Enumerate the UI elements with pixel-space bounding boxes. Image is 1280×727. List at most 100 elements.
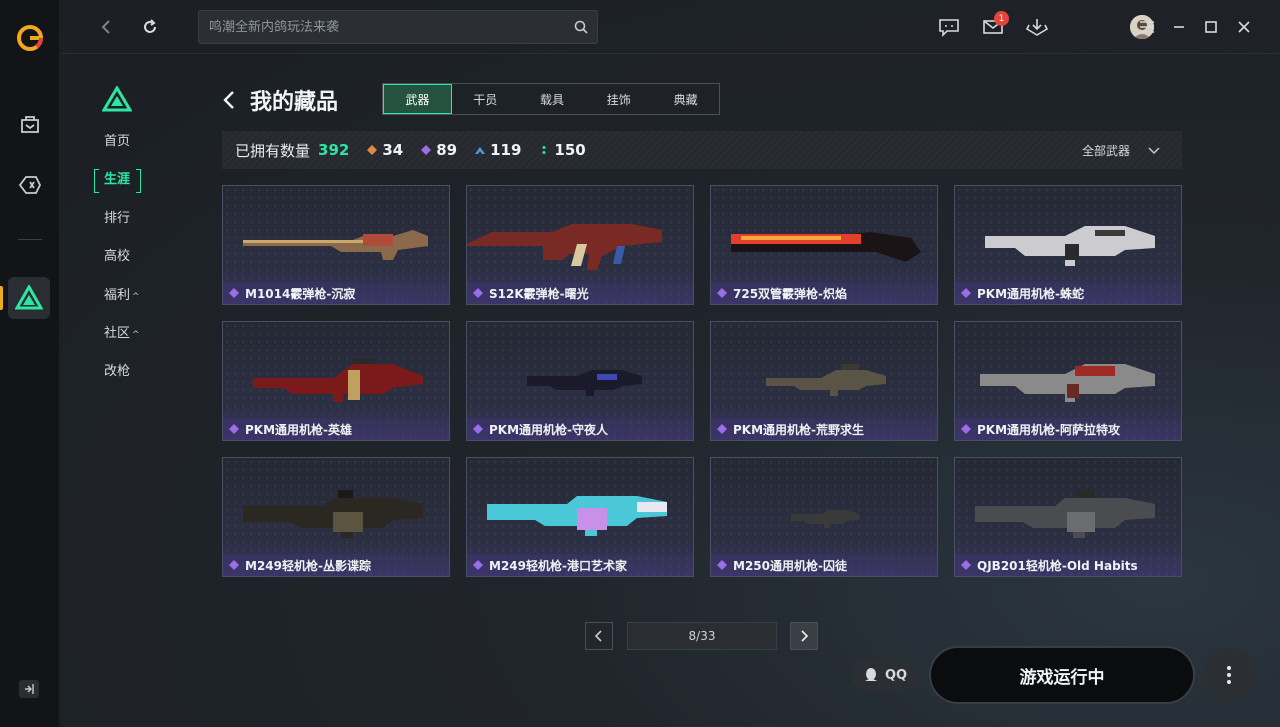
weapon-name: PKM通用机枪-荒野求生: [711, 418, 937, 440]
menu-icon[interactable]: [1135, 15, 1159, 39]
green-dot-icon: [542, 146, 546, 154]
weapon-card[interactable]: 725双管霰弹枪-炽焰: [710, 185, 938, 305]
weapon-card[interactable]: QJB201轻机枪-Old Habits: [954, 457, 1182, 577]
weapon-name: M249轻机枪-丛影谍踪: [223, 554, 449, 576]
collection-tabs: 武器 干员 载具 挂饰 典藏: [382, 83, 720, 115]
weapon-card[interactable]: M249轻机枪-港口艺术家: [466, 457, 694, 577]
weapon-name: PKM通用机枪-阿萨拉特攻: [955, 418, 1181, 440]
subnav-item-community[interactable]: 社区 ^: [94, 323, 154, 345]
prev-page-button[interactable]: [585, 622, 613, 650]
refresh-icon[interactable]: [138, 15, 162, 39]
mg-red-icon: [253, 358, 423, 402]
tier-stat-blue: 119: [475, 141, 521, 159]
blue-chevron-icon: [475, 147, 486, 154]
page-title-text: 我的藏品: [250, 90, 339, 115]
weapon-filter-dropdown[interactable]: 全部武器: [1082, 142, 1160, 159]
store-bag-icon[interactable]: [16, 110, 44, 138]
weapon-card[interactable]: M1014霰弹枪-沉寂: [222, 185, 450, 305]
chevron-right-icon: [801, 630, 809, 642]
weapon-card[interactable]: M250通用机枪-囚徒: [710, 457, 938, 577]
delta-force-brand-icon: [101, 85, 133, 112]
more-options-button[interactable]: [1202, 648, 1256, 702]
expand-caret: ^: [132, 330, 140, 340]
tier-stat-purple: 89: [421, 141, 457, 159]
expand-caret: ^: [132, 292, 140, 302]
download-icon[interactable]: [1025, 15, 1049, 39]
chevron-down-icon: [1148, 146, 1160, 154]
weapon-card[interactable]: PKM通用机枪-荒野求生: [710, 321, 938, 441]
tab-operators[interactable]: 干员: [452, 84, 519, 114]
weapon-card[interactable]: PKM通用机枪-英雄: [222, 321, 450, 441]
app-rail: [0, 0, 60, 727]
more-vertical-icon: [1227, 666, 1231, 684]
chevron-left-icon: [594, 630, 602, 642]
purple-rarity-icon: [229, 560, 239, 570]
subnav-item-welfare[interactable]: 福利 ^: [94, 285, 154, 307]
top-bar: 1: [61, 0, 1280, 54]
purple-rarity-icon: [961, 424, 971, 434]
weapon-card[interactable]: M249轻机枪-丛影谍踪: [222, 457, 450, 577]
search-icon[interactable]: [573, 19, 589, 35]
qq-penguin-icon: [864, 668, 877, 681]
games-icon[interactable]: [16, 171, 44, 199]
purple-rarity-icon: [473, 424, 483, 434]
subnav-item-home[interactable]: 首页: [94, 131, 154, 153]
weapon-name: PKM通用机枪-守夜人: [467, 418, 693, 440]
tab-collection[interactable]: 典藏: [652, 84, 719, 114]
next-page-button[interactable]: [790, 622, 818, 650]
page-indicator: 8/33: [627, 622, 777, 650]
maximize-icon[interactable]: [1199, 15, 1223, 39]
delta-force-game-icon[interactable]: [8, 277, 50, 319]
chat-icon[interactable]: [937, 15, 961, 39]
back-chevron-icon[interactable]: [222, 89, 240, 111]
purple-rarity-icon: [717, 560, 727, 570]
weapon-name: M249轻机枪-港口艺术家: [467, 554, 693, 576]
tab-weapons[interactable]: 武器: [383, 84, 452, 114]
purple-rarity-icon: [473, 560, 483, 570]
collapse-sidebar-icon[interactable]: [19, 680, 39, 698]
app-logo-icon[interactable]: [16, 24, 44, 52]
subnav-item-campus[interactable]: 高校: [94, 246, 154, 268]
weapon-card[interactable]: S12K霰弹枪-曙光: [466, 185, 694, 305]
orange-diamond-icon: [367, 145, 378, 155]
back-arrow-icon[interactable]: [94, 15, 118, 39]
purple-rarity-icon: [961, 560, 971, 570]
weapon-card[interactable]: PKM通用机枪-阿萨拉特攻: [954, 321, 1182, 441]
weapon-name: QJB201轻机枪-Old Habits: [955, 554, 1181, 576]
subnav-item-career[interactable]: 生涯: [94, 169, 154, 193]
mg-tan-icon: [766, 364, 886, 396]
weapon-name: PKM通用机枪-英雄: [223, 418, 449, 440]
mg-blue-icon: [527, 370, 642, 396]
mg-small-icon: [791, 510, 859, 528]
game-running-button[interactable]: 游戏运行中: [929, 646, 1195, 704]
mg-redgrey-icon: [980, 364, 1155, 402]
weapon-name: PKM通用机枪-蛛蛇: [955, 282, 1181, 304]
subnav-item-ranking[interactable]: 排行: [94, 208, 154, 230]
lmg-cyan-icon: [487, 496, 667, 536]
tier-stat-green: 150: [539, 141, 586, 159]
collection-stats: 已拥有数量 392 34 89 119 150 全部武器: [222, 131, 1182, 169]
mail-badge: 1: [994, 11, 1009, 26]
active-indicator: [0, 286, 3, 310]
shotgun-red-icon: [467, 224, 662, 270]
close-icon[interactable]: [1232, 15, 1256, 39]
purple-rarity-icon: [717, 288, 727, 298]
tab-charms[interactable]: 挂饰: [585, 84, 652, 114]
qq-login-button[interactable]: QQ: [851, 659, 919, 691]
weapon-card[interactable]: PKM通用机枪-蛛蛇: [954, 185, 1182, 305]
purple-rarity-icon: [717, 424, 727, 434]
shotgun-flame-icon: [731, 232, 921, 262]
owned-count-total: 392: [318, 141, 350, 159]
shotgun-gold-icon: [243, 230, 428, 260]
purple-rarity-icon: [473, 288, 483, 298]
weapon-name: M250通用机枪-囚徒: [711, 554, 937, 576]
search-input[interactable]: [209, 11, 559, 43]
tab-vehicles[interactable]: 载具: [519, 84, 586, 114]
lmg-camo-icon: [243, 490, 423, 538]
search-box[interactable]: [198, 10, 598, 44]
purple-diamond-icon: [421, 145, 432, 155]
purple-rarity-icon: [229, 424, 239, 434]
minimize-icon[interactable]: [1167, 15, 1191, 39]
subnav-item-gunsmith[interactable]: 改枪: [94, 361, 154, 383]
weapon-card[interactable]: PKM通用机枪-守夜人: [466, 321, 694, 441]
